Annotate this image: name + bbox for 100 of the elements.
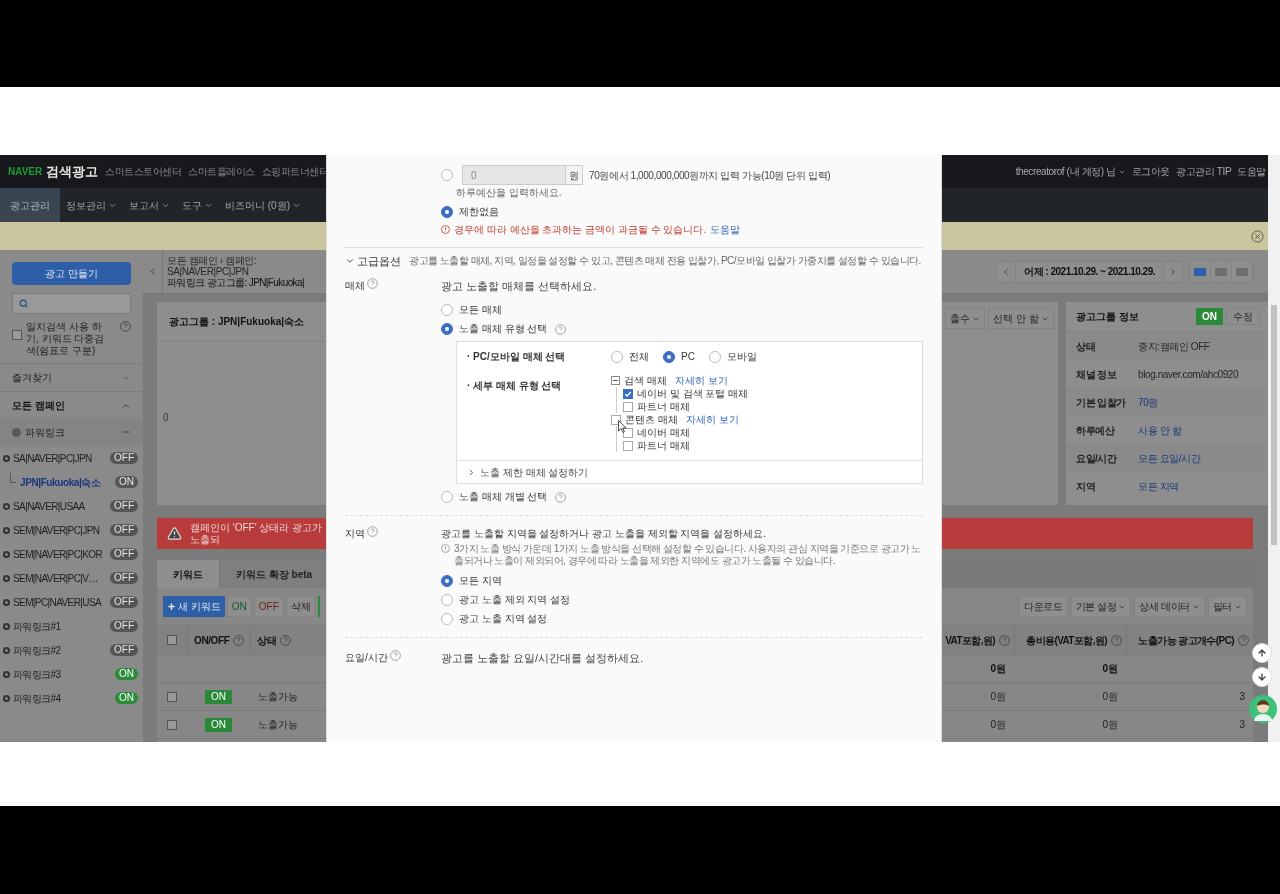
toolbar-button[interactable]: 상세 데이터	[1134, 596, 1205, 617]
toolbar-button[interactable]: 다운로드	[1019, 596, 1068, 617]
campaign-item[interactable]: 파워링크#4 ON	[0, 686, 143, 710]
top-nav-link[interactable]: 쇼핑파트너센터	[261, 164, 326, 179]
top-nav-link[interactable]: 스마트스토어센터	[105, 164, 182, 179]
campaign-item[interactable]: SEM|NAVER|PC|KOR OFF	[0, 542, 143, 566]
search-field[interactable]	[12, 293, 131, 314]
panel-title: 광고그룹 정보	[1076, 310, 1139, 324]
menu-tab[interactable]: 보고서	[123, 188, 176, 222]
close-icon[interactable]	[1251, 229, 1264, 243]
campaign-item[interactable]: SEM|NAVER|PC|V… OFF	[0, 566, 143, 590]
select-dropdown[interactable]: 출수	[945, 308, 986, 329]
checkbox[interactable]	[623, 388, 633, 399]
create-ad-button[interactable]: 광고 만들기	[12, 262, 131, 285]
campaign-item[interactable]: 파워링크#3 ON	[0, 662, 143, 686]
checkbox[interactable]	[167, 635, 177, 645]
help-icon[interactable]	[120, 321, 131, 332]
column-header[interactable]: 총비용(VAT포함,원)	[1026, 632, 1107, 648]
help-icon[interactable]	[280, 634, 292, 646]
menu-tab[interactable]: 도구	[176, 188, 219, 222]
all-campaigns-label[interactable]: 모든 캠페인	[12, 398, 65, 413]
checkbox[interactable]	[167, 691, 177, 702]
checkbox[interactable]	[12, 330, 22, 340]
info-link[interactable]: 사용 안 함	[1138, 422, 1182, 438]
date-range-picker[interactable]: 어제 : 2021.10.29. ~ 2021.10.29.	[996, 260, 1183, 283]
layout-view-button[interactable]	[1232, 261, 1253, 282]
info-link[interactable]: 70원	[1138, 394, 1158, 410]
delete-button[interactable]: 삭제	[285, 596, 316, 617]
campaign-item[interactable]: SEM|PC|NAVER|USA OFF	[0, 590, 143, 614]
checkbox[interactable]	[623, 440, 633, 451]
menu-tab[interactable]: 비즈머니 (0원)	[219, 188, 307, 222]
favorites-label[interactable]: 즐겨찾기	[12, 370, 52, 385]
radio-button[interactable]	[441, 575, 453, 587]
toggle-switch[interactable]: ON	[1196, 308, 1223, 325]
radio-button[interactable]	[441, 491, 453, 503]
radio-button[interactable]	[441, 613, 453, 625]
help-icon[interactable]	[233, 634, 245, 646]
chat-avatar-icon[interactable]	[1249, 695, 1277, 723]
action-button[interactable]	[317, 596, 320, 617]
menu-tab[interactable]: 정보관리	[60, 188, 123, 222]
layout-view-button[interactable]	[1211, 261, 1232, 282]
help-icon[interactable]	[367, 526, 378, 537]
help-link[interactable]: 도움말	[710, 222, 741, 237]
new-keyword-button[interactable]: 새 키워드	[163, 596, 225, 617]
budget-input[interactable]: 0 원	[462, 165, 583, 185]
help-icon[interactable]	[555, 491, 567, 503]
checkbox[interactable]	[623, 401, 633, 412]
help-icon[interactable]	[999, 634, 1010, 646]
chevron-right-icon[interactable]	[467, 467, 476, 477]
radio-button[interactable]	[441, 304, 453, 316]
info-link[interactable]: 모든 지역	[1138, 478, 1179, 494]
radio-button[interactable]	[708, 350, 721, 363]
help-icon[interactable]	[1238, 634, 1249, 646]
column-header[interactable]: VAT포함,원)	[945, 632, 995, 648]
radio-button[interactable]	[611, 350, 623, 363]
toolbar-button[interactable]: 기본 설정	[1070, 596, 1132, 617]
top-nav-link[interactable]: 스마트플레이스	[188, 164, 255, 179]
help-icon[interactable]	[389, 650, 401, 661]
collapse-icon[interactable]	[611, 376, 620, 385]
column-header[interactable]: ON/OFF	[194, 632, 230, 648]
edit-button[interactable]: 수정	[1226, 308, 1260, 325]
radio-button[interactable]	[441, 206, 453, 218]
checkbox[interactable]	[623, 427, 633, 438]
content-tab[interactable]: 키워드	[157, 560, 220, 588]
content-tab[interactable]: 키워드 확장 beta	[220, 560, 326, 588]
help-icon[interactable]	[367, 277, 378, 289]
campaign-item[interactable]: 파워링크#1 OFF	[0, 614, 143, 638]
column-header[interactable]: 노출가능 광고개수(PC)	[1138, 632, 1234, 648]
toggle-switch[interactable]: ON	[205, 689, 232, 704]
radio-button[interactable]	[663, 350, 675, 363]
ad-group-item[interactable]: JPN|Fukuoka|숙소 ON	[0, 470, 143, 494]
restrict-media-link[interactable]: 노출 제한 매체 설정하기	[480, 464, 589, 480]
column-header[interactable]: 상태	[257, 632, 277, 648]
top-nav-link[interactable]: 도움말	[1237, 164, 1266, 179]
scrollbar[interactable]	[1268, 155, 1280, 742]
help-icon[interactable]	[1111, 634, 1122, 646]
radio-button[interactable]	[441, 323, 453, 335]
campaign-item[interactable]: SA|NAVER|USAA OFF	[0, 494, 143, 518]
campaign-group-row[interactable]: 파워링크	[0, 419, 143, 445]
top-nav-link[interactable]: 로그아웃	[1131, 164, 1171, 179]
advanced-options-toggle[interactable]: 고급옵션	[345, 253, 401, 270]
layout-view-button[interactable]	[1190, 261, 1211, 282]
radio-button[interactable]	[441, 594, 453, 606]
campaign-item[interactable]: 파워링크#2 OFF	[0, 638, 143, 662]
details-link[interactable]: 자세히 보기	[685, 412, 739, 427]
campaign-item[interactable]: SEM|NAVER|PC|JPN OFF	[0, 518, 143, 542]
top-nav-link[interactable]: 광고관리 TIP	[1176, 164, 1232, 179]
toggle-switch[interactable]: ON	[205, 717, 232, 732]
campaign-item[interactable]: SA|NAVER|PC|JPN OFF	[0, 446, 143, 470]
radio-button[interactable]	[441, 169, 453, 181]
next-icon[interactable]	[1168, 266, 1178, 277]
info-link[interactable]: 모든 요일/시간	[1138, 450, 1201, 466]
help-icon[interactable]	[555, 323, 567, 335]
checkbox[interactable]	[167, 719, 177, 730]
details-link[interactable]: 자세히 보기	[674, 373, 728, 388]
toolbar-button[interactable]: 필터	[1207, 596, 1247, 617]
select-dropdown[interactable]: 선택 안 함	[988, 308, 1054, 329]
off-button[interactable]: OFF	[253, 596, 284, 617]
account-name[interactable]: thecreatorof (내 계정) 님	[1015, 164, 1116, 179]
menu-tab[interactable]: 광고관리	[0, 188, 60, 222]
